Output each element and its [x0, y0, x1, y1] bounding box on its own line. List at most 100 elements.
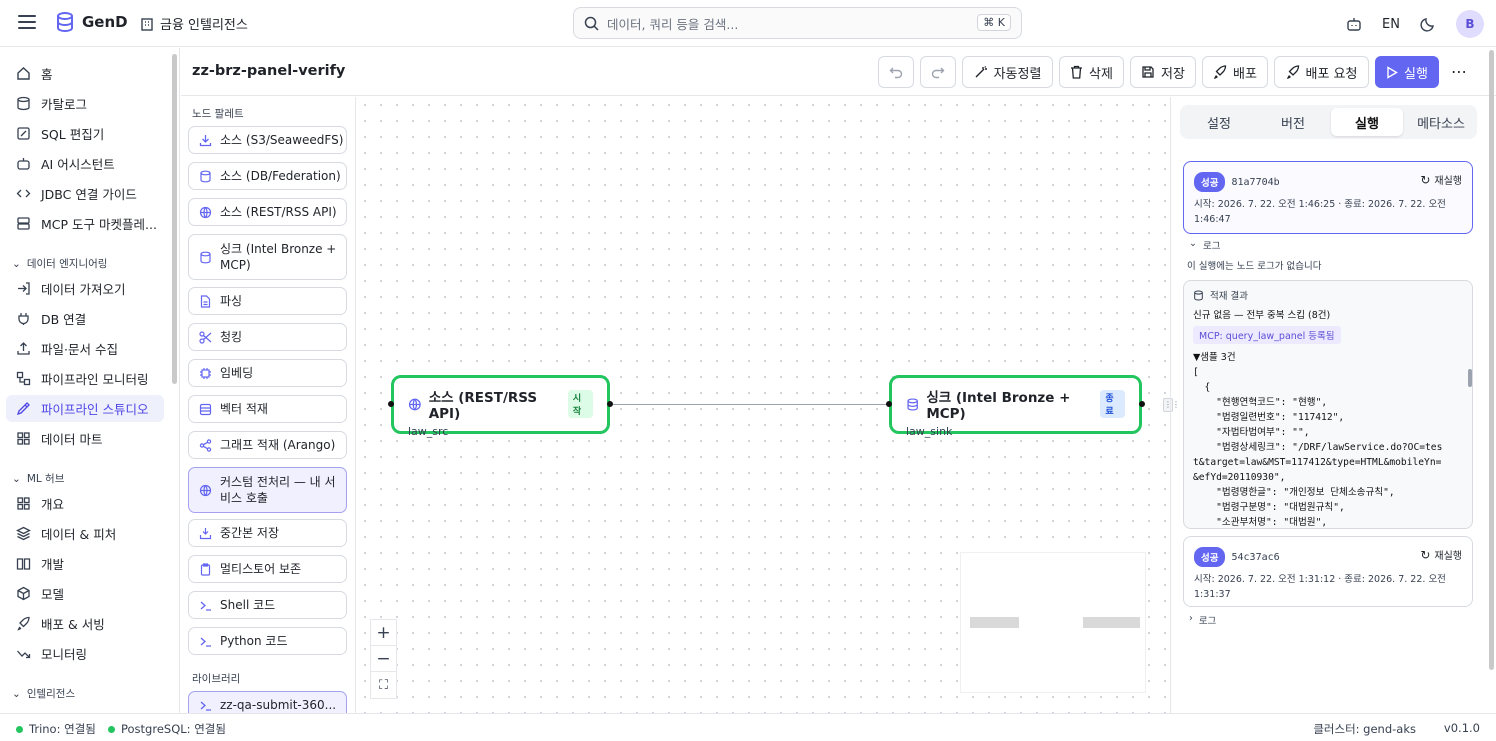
undo-button[interactable]	[878, 56, 914, 88]
sidebar-section-data-eng[interactable]: ⌄ 데이터 엔지니어링	[12, 256, 107, 271]
run-card[interactable]: 성공 81a7704b ↻ 재실행 시작: 2026. 7. 22. 오전 1:46…	[1183, 161, 1473, 234]
load-result-panel: 적재 결과 신규 없음 — 전부 중복 스킵 (8건) MCP: query_l…	[1183, 280, 1473, 529]
palette-item-python[interactable]: Python 코드	[188, 627, 347, 655]
save-down-icon	[199, 527, 212, 539]
sidebar-section-ml-hub[interactable]: ⌄ ML 허브	[12, 471, 64, 486]
node-input-handle[interactable]	[388, 401, 394, 407]
rerun-button[interactable]: ↻ 재실행	[1420, 547, 1462, 563]
sidebar-item-pipeline-studio[interactable]: 파이프라인 스튜디오	[6, 395, 164, 422]
zoom-in-button[interactable]: +	[371, 620, 396, 646]
palette-item-sink-intel[interactable]: 싱크 (Intel Bronze + MCP)	[188, 234, 347, 280]
sidebar-item-sql-editor[interactable]: SQL 편집기	[6, 120, 164, 147]
sidebar-item-data-mart[interactable]: 데이터 마트	[6, 425, 164, 452]
status-bar: Trino: 연결됨 PostgreSQL: 연결됨 클러스터: gend-ak…	[0, 713, 1496, 741]
palette-item-source-rest[interactable]: 소스 (REST/RSS API)	[188, 198, 347, 226]
log-toggle[interactable]: ⌄ 로그	[1189, 238, 1220, 252]
search-icon	[584, 16, 599, 31]
pipeline-name[interactable]: zz-brz-panel-verify	[192, 63, 345, 79]
tab-runs[interactable]: 실행	[1331, 108, 1403, 136]
minimap[interactable]	[960, 552, 1146, 693]
palette-item-multistore[interactable]: 멀티스토어 보존	[188, 555, 347, 583]
run-button[interactable]: 실행	[1375, 56, 1439, 88]
node-input-handle[interactable]	[886, 401, 892, 407]
sidebar-item-ml-overview[interactable]: 개요	[6, 490, 164, 517]
avatar[interactable]: B	[1456, 10, 1484, 38]
node-sink-intel[interactable]: 싱크 (Intel Bronze + MCP) 종료 law_sink	[886, 375, 1145, 438]
sidebar-item-home[interactable]: 홈	[6, 60, 164, 87]
palette-item-parse[interactable]: 파싱	[188, 287, 347, 315]
delete-label: 삭제	[1089, 66, 1113, 82]
sample-toggle[interactable]: ▼샘플 3건	[1193, 349, 1236, 363]
section-label: ML 허브	[26, 473, 65, 485]
sidebar-item-data-features[interactable]: 데이터 & 피처	[6, 520, 164, 547]
sidebar-item-monitoring[interactable]: 모니터링	[6, 640, 164, 667]
palette-item-chunk[interactable]: 청킹	[188, 323, 347, 351]
palette-item-embed[interactable]: 임베딩	[188, 359, 347, 387]
sidebar-item-ai-assistant[interactable]: AI 어시스턴트	[6, 150, 164, 177]
palette-item-label: 커스텀 전처리 — 내 서비스 호출	[220, 475, 336, 505]
log-toggle[interactable]: › 로그	[1189, 613, 1216, 627]
page-scrollbar[interactable]	[1489, 50, 1494, 670]
save-label: 저장	[1161, 66, 1185, 82]
chevron-down-icon: ⌄	[1189, 238, 1197, 249]
terminal-icon	[200, 637, 211, 647]
palette-item-shell[interactable]: Shell 코드	[188, 591, 347, 619]
tab-settings[interactable]: 설정	[1183, 108, 1255, 136]
palette-item-custom-preprocess[interactable]: 커스텀 전처리 — 내 서비스 호출	[188, 467, 347, 513]
palette-item-source-db[interactable]: 소스 (DB/Federation)	[188, 162, 347, 190]
pipeline-canvas[interactable]: 소스 (REST/RSS API) 시작 law_src 싱크 (Intel Br…	[357, 97, 1168, 713]
chevron-down-icon: ⌄	[12, 257, 21, 270]
sidebar-item-db-connect[interactable]: DB 연결	[6, 305, 164, 332]
deploy-request-button[interactable]: 배포 요청	[1274, 56, 1369, 88]
delete-button[interactable]: 삭제	[1059, 56, 1124, 88]
bot-icon[interactable]	[1346, 16, 1362, 32]
sidebar-item-pipeline-monitor[interactable]: 파이프라인 모니터링	[6, 365, 164, 392]
sidebar-item-catalog[interactable]: 카탈로그	[6, 90, 164, 117]
palette-item-source-s3[interactable]: 소스 (S3/SeaweedFS)	[188, 126, 347, 154]
sidebar-item-deploy-serving[interactable]: 배포 & 서빙	[6, 610, 164, 637]
save-button[interactable]: 저장	[1130, 56, 1196, 88]
sidebar-item-mcp-market[interactable]: MCP 도구 마켓플레...	[6, 210, 164, 237]
edge-connection[interactable]	[610, 404, 891, 405]
fit-view-button[interactable]: ⛶	[371, 672, 396, 698]
palette-item-vector-load[interactable]: 벡터 적재	[188, 395, 347, 423]
node-source-rest[interactable]: 소스 (REST/RSS API) 시작 law_src	[388, 375, 613, 438]
sidebar-scrollbar[interactable]	[172, 54, 177, 384]
tab-metasource[interactable]: 메타소스	[1405, 108, 1477, 136]
zoom-out-button[interactable]: −	[371, 646, 396, 672]
palette-item-intermediate-save[interactable]: 중간본 저장	[188, 519, 347, 547]
redo-button[interactable]	[920, 56, 956, 88]
node-subtitle: law_src	[408, 425, 449, 438]
moon-icon[interactable]	[1420, 16, 1436, 32]
menu-icon[interactable]	[18, 15, 36, 31]
json-scrollbar[interactable]	[1468, 369, 1472, 387]
app-logo[interactable]: GenD	[56, 12, 128, 32]
search-input[interactable]: 데이터, 쿼리 등을 검색... ⌘ K	[573, 7, 1022, 39]
deploy-button[interactable]: 배포	[1202, 56, 1268, 88]
log-label: 로그	[1198, 616, 1217, 627]
library-item[interactable]: zz-qa-submit-360...	[188, 691, 347, 713]
language-toggle[interactable]: EN	[1382, 17, 1400, 32]
sidebar-item-model[interactable]: 모델	[6, 580, 164, 607]
grid-icon	[17, 432, 30, 445]
rerun-label: 재실행	[1434, 551, 1462, 562]
node-output-handle[interactable]	[1139, 401, 1145, 407]
upload-icon	[17, 342, 30, 355]
run-card[interactable]: 성공 54c37ac6 ↻ 재실행 시작: 2026. 7. 22. 오전 1:31…	[1183, 536, 1473, 607]
node-output-handle[interactable]	[607, 401, 613, 407]
autoalign-button[interactable]: 자동정렬	[962, 56, 1053, 88]
sidebar-item-file-ingest[interactable]: 파일·문서 수집	[6, 335, 164, 362]
sidebar-item-jdbc-guide[interactable]: JDBC 연결 가이드	[6, 180, 164, 207]
workspace-selector[interactable]: 금융 인텔리전스	[140, 14, 248, 33]
sidebar-section-intelligence[interactable]: ⌄ 인텔리전스	[12, 686, 75, 701]
tab-versions[interactable]: 버전	[1257, 108, 1329, 136]
palette-item-label: 중간본 저장	[220, 526, 280, 540]
status-badge: 성공	[1194, 547, 1226, 567]
palette-item-graph-load[interactable]: 그래프 적재 (Arango)	[188, 431, 347, 459]
bot-icon	[17, 158, 30, 170]
sidebar-item-data-import[interactable]: 데이터 가져오기	[6, 275, 164, 302]
rerun-button[interactable]: ↻ 재실행	[1420, 172, 1462, 188]
library-title: 라이브러리	[192, 673, 241, 685]
sidebar-item-dev[interactable]: 개발	[6, 550, 164, 577]
more-options-icon[interactable]: ⋯	[1451, 62, 1468, 81]
